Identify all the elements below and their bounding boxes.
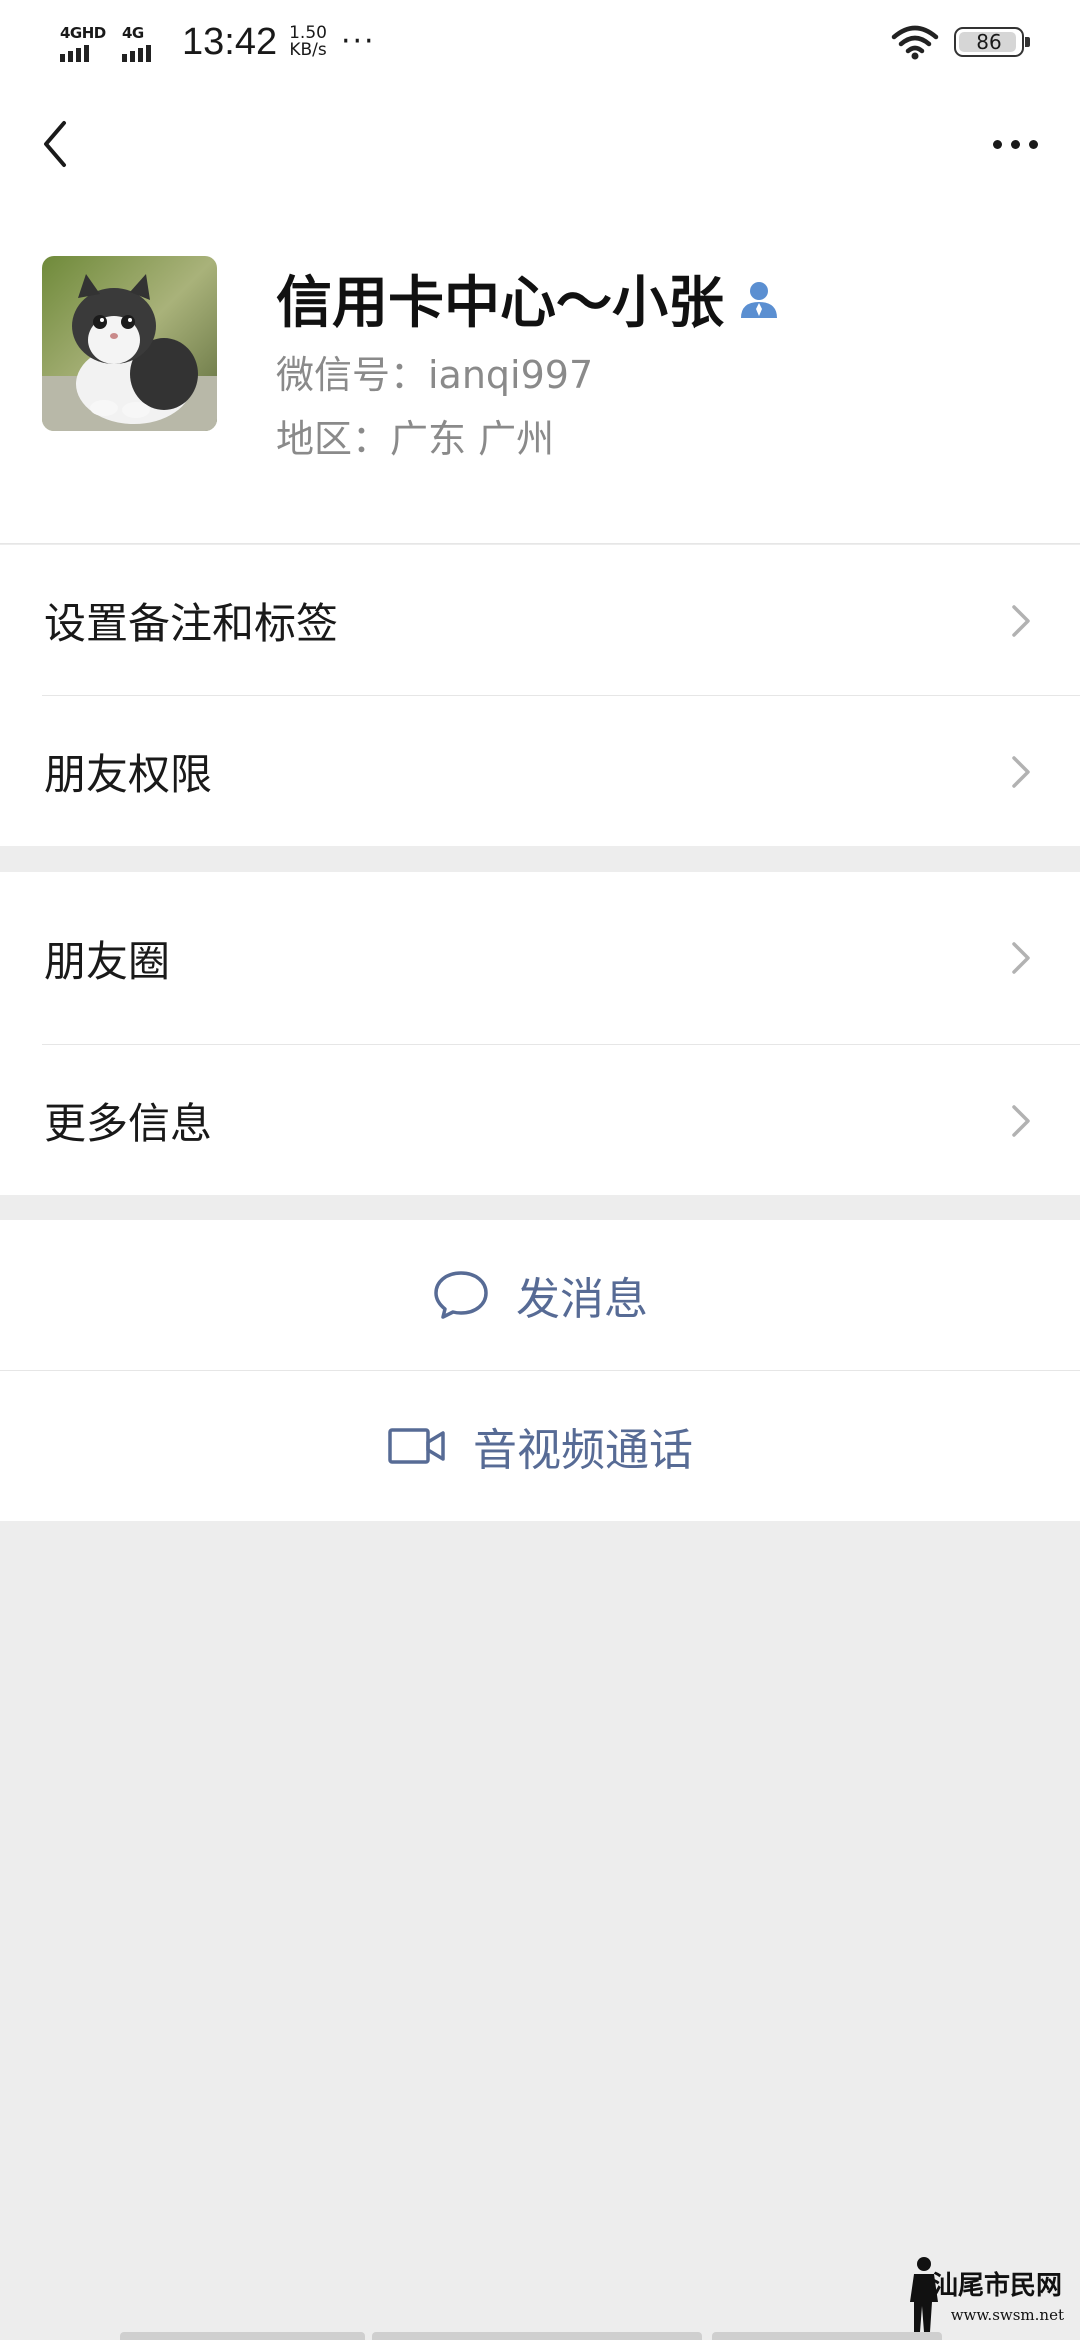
network-label: 4G	[122, 24, 144, 42]
send-message-button[interactable]: 发消息	[0, 1220, 1080, 1370]
list-item-label: 朋友圈	[44, 936, 171, 986]
notification-more-icon: ···	[340, 24, 376, 59]
list-item-label: 设置备注和标签	[44, 598, 339, 648]
nav-bar	[0, 84, 1080, 214]
menu-group-1: 设置备注和标签 朋友权限	[0, 545, 1080, 846]
video-camera-icon	[388, 1428, 445, 1464]
chevron-right-icon	[1012, 942, 1030, 974]
video-call-label: 音视频通话	[473, 1425, 693, 1476]
send-message-label: 发消息	[516, 1274, 648, 1325]
list-item-more-info[interactable]: 更多信息	[0, 1045, 1080, 1195]
network-label: 4GHD	[60, 24, 106, 42]
more-button[interactable]	[980, 114, 1050, 174]
speed-unit: KB/s	[289, 40, 327, 60]
list-item-set-remark[interactable]: 设置备注和标签	[0, 545, 1080, 695]
battery-level: 86	[976, 30, 1002, 54]
list-item-moments[interactable]: 朋友圈	[0, 872, 1080, 1044]
clock: 13:42	[182, 20, 278, 63]
person-icon	[741, 281, 777, 318]
avatar[interactable]	[42, 256, 217, 431]
status-bar: 4GHD 4G 13:42 1.50 KB/s ··· 86	[0, 0, 1080, 84]
gesture-bar-segment	[120, 2332, 365, 2340]
more-dots-icon	[992, 139, 1002, 149]
signal-4g-icon: 4G	[122, 22, 162, 62]
battery-icon: 86	[954, 27, 1030, 57]
watermark-url: www.swsm.net	[950, 2306, 1064, 2324]
chevron-right-icon	[1012, 605, 1030, 637]
cat-avatar-image	[42, 256, 217, 431]
profile-card: 信用卡中心～小张 微信号：ianqi997 地区：广东 广州	[0, 214, 1080, 544]
list-item-friend-permissions[interactable]: 朋友权限	[0, 696, 1080, 846]
wifi-icon	[891, 25, 939, 60]
signal-4ghd-icon: 4GHD	[60, 22, 108, 62]
watermark-text: 汕尾市民网	[931, 2271, 1062, 2301]
chevron-right-icon	[1012, 756, 1030, 788]
list-item-label: 朋友权限	[44, 749, 213, 799]
menu-group-2: 朋友圈 更多信息	[0, 872, 1080, 1195]
chevron-right-icon	[1012, 1105, 1030, 1137]
nickname-row: 信用卡中心～小张	[276, 258, 780, 339]
region: 地区：广东 广州	[276, 417, 555, 461]
back-button[interactable]	[30, 114, 80, 174]
video-call-button[interactable]: 音视频通话	[0, 1371, 1080, 1521]
watermark: 汕尾市民网 www.swsm.net	[904, 2254, 1074, 2334]
chat-bubble-icon	[434, 1271, 488, 1319]
list-item-label: 更多信息	[44, 1098, 213, 1148]
nickname: 信用卡中心～小张	[276, 271, 724, 336]
gesture-bar-segment	[372, 2332, 702, 2340]
network-speed: 1.50 KB/s	[289, 25, 327, 59]
action-group: 发消息 音视频通话	[0, 1220, 1080, 1521]
chevron-left-icon	[44, 121, 66, 167]
wechat-id: 微信号：ianqi997	[276, 353, 594, 397]
